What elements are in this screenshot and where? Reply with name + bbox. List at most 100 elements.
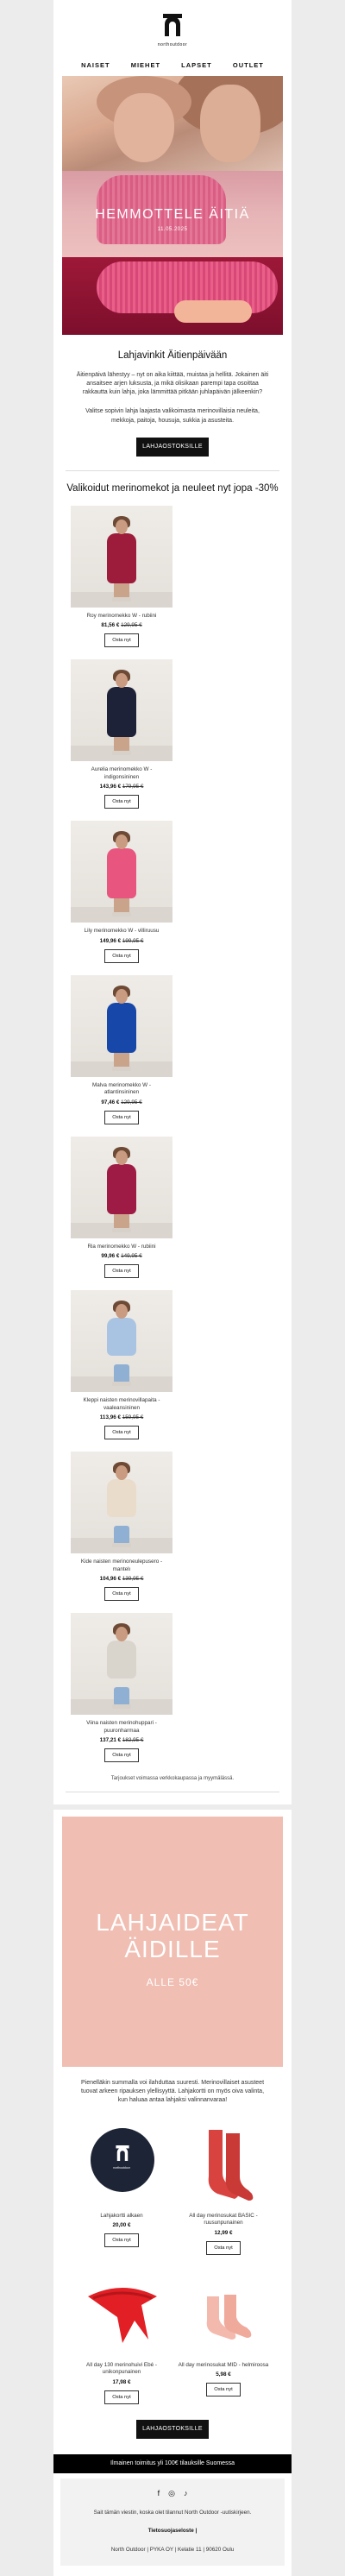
tiktok-icon[interactable]: ♪ bbox=[184, 2489, 188, 2498]
buy-now-button[interactable]: Osta nyt bbox=[104, 1587, 139, 1602]
hero-banner[interactable]: HEMMOTTELE ÄITIÄ 11.05.2025 bbox=[62, 76, 283, 335]
original-price: 159,95 € bbox=[122, 1414, 144, 1421]
product-name[interactable]: Kide naisten merinoneulepusero - mantelı bbox=[71, 1559, 172, 1573]
model-shoes bbox=[112, 596, 131, 601]
buy-now-button[interactable]: Osta nyt bbox=[104, 1426, 139, 1440]
buy-now-button[interactable]: Osta nyt bbox=[206, 2240, 241, 2255]
original-price: 139,95 € bbox=[122, 1576, 144, 1583]
gift-name[interactable]: All day 130 merinohuivi Ebé - unikonpuna… bbox=[71, 2362, 172, 2377]
buy-now-button[interactable]: Osta nyt bbox=[104, 633, 139, 648]
nav-link-naiset[interactable]: NAISET bbox=[81, 61, 110, 69]
model-garment bbox=[107, 687, 136, 738]
gift-image[interactable]: northoutdoor bbox=[71, 2121, 172, 2208]
product-name[interactable]: Lily merinomekko W - villiruusu bbox=[71, 928, 172, 935]
logo-mark-icon bbox=[163, 14, 182, 36]
footer-address: North Outdoor | PYKA OY | Kelatie 11 | 9… bbox=[110, 2546, 235, 2553]
gift-card[interactable]: All day merinosukat MID - helmiroosa 5,98… bbox=[172, 2271, 274, 2404]
sale-price: 81,56 € bbox=[101, 622, 120, 629]
buy-now-button[interactable]: Osta nyt bbox=[206, 2383, 241, 2397]
product-photo[interactable] bbox=[71, 505, 172, 608]
hero-hand bbox=[174, 300, 252, 323]
product-name[interactable]: Kleppi naisten merinovillapaita - vaalea… bbox=[71, 1397, 172, 1412]
buy-now-button[interactable]: Osta nyt bbox=[104, 1110, 139, 1124]
facebook-icon[interactable]: f bbox=[158, 2489, 160, 2498]
product-photo[interactable] bbox=[71, 974, 172, 1077]
buy-now-button[interactable]: Osta nyt bbox=[104, 795, 139, 809]
product-photo[interactable] bbox=[71, 1290, 172, 1393]
product-price: 99,96 € 149,95 € bbox=[71, 1253, 172, 1259]
original-price: 149,95 € bbox=[121, 1253, 142, 1260]
product-photo[interactable] bbox=[71, 1136, 172, 1238]
product-photo[interactable] bbox=[71, 1452, 172, 1554]
intro-title: Lahjavinkit Äitienpäivään bbox=[117, 350, 228, 361]
product-card[interactable]: Aurelia merinomekko W - indigonsininen 14… bbox=[71, 659, 172, 809]
socks-icon bbox=[208, 2129, 254, 2201]
buy-now-button[interactable]: Osta nyt bbox=[104, 1264, 139, 1279]
product-name[interactable]: Aurelia merinomekko W - indigonsininen bbox=[71, 766, 172, 781]
footer-info: Sait tämän viestin, koska olet tilannut … bbox=[93, 2509, 252, 2516]
buy-now-button[interactable]: Osta nyt bbox=[104, 1748, 139, 1763]
model-garment bbox=[107, 1479, 136, 1518]
buy-now-button[interactable]: Osta nyt bbox=[104, 2233, 139, 2248]
nav-link-lapset[interactable]: LAPSET bbox=[181, 61, 212, 69]
footer: f ◎ ♪ Sait tämän viestin, koska olet til… bbox=[60, 2478, 285, 2566]
gifts-banner-title: LAHJAIDEAT ÄIDILLE bbox=[96, 1909, 249, 1962]
product-grid: Roy merinomekko W - rubiini 81,56 € 129,9… bbox=[53, 494, 292, 1763]
gift-image[interactable] bbox=[172, 2271, 274, 2357]
gifts-banner[interactable]: LAHJAIDEAT ÄIDILLE ALLE 50€ bbox=[62, 1817, 283, 2068]
instagram-icon[interactable]: ◎ bbox=[168, 2489, 175, 2498]
model-garment bbox=[107, 848, 136, 899]
shop-gifts-button[interactable]: LAHJAOSTOKSILLE bbox=[136, 437, 209, 457]
model-legs bbox=[114, 1364, 129, 1384]
hero-figure-face bbox=[200, 85, 260, 162]
product-card[interactable]: Lily merinomekko W - villiruusu 149,96 € … bbox=[71, 821, 172, 963]
product-card[interactable]: Viina naisten merinohuppari - puuronharm… bbox=[71, 1613, 172, 1763]
model-garment bbox=[107, 1163, 136, 1214]
product-price: 143,96 € 179,95 € bbox=[71, 784, 172, 790]
buy-now-button[interactable]: Osta nyt bbox=[104, 948, 139, 963]
product-name[interactable]: Roy merinomekko W - rubiini bbox=[71, 613, 172, 620]
email-page: northoutdoor NAISET MIEHET LAPSET OUTLET… bbox=[53, 0, 292, 2576]
product-name[interactable]: Malva merinomekko W - atlantinsininen bbox=[71, 1082, 172, 1097]
model-head bbox=[116, 988, 128, 1004]
intro-paragraph: Äitienpäivä lähestyy – nyt on aika kiitt… bbox=[76, 372, 269, 396]
product-photo[interactable] bbox=[71, 659, 172, 762]
privacy-link[interactable]: Tietosuojaseloste | bbox=[69, 2527, 276, 2535]
buy-now-button[interactable]: Osta nyt bbox=[104, 2390, 139, 2404]
gifts-banner-subtitle: ALLE 50€ bbox=[146, 1976, 199, 1989]
nav-link-outlet[interactable]: OUTLET bbox=[233, 61, 264, 69]
product-card[interactable]: Kide naisten merinoneulepusero - mantelı… bbox=[71, 1452, 172, 1602]
gift-image[interactable] bbox=[71, 2271, 172, 2357]
scarf-icon bbox=[88, 2287, 157, 2343]
product-card[interactable]: Kleppi naisten merinovillapaita - vaalea… bbox=[71, 1290, 172, 1440]
social-links: f ◎ ♪ bbox=[69, 2489, 276, 2498]
product-card[interactable]: Ria merinomekko W - rubiini 99,96 € 149,9… bbox=[71, 1136, 172, 1279]
product-card[interactable]: Roy merinomekko W - rubiini 81,56 € 129,9… bbox=[71, 505, 172, 648]
logo-mark-icon bbox=[116, 2145, 129, 2161]
product-name[interactable]: Ria merinomekko W - rubiini bbox=[71, 1244, 172, 1251]
sale-title: Valikoidut merinomekot ja neuleet nyt jo… bbox=[66, 482, 279, 494]
original-price: 179,95 € bbox=[122, 784, 144, 790]
shop-gifts-button-bottom[interactable]: LAHJAOSTOKSILLE bbox=[136, 2419, 209, 2439]
sale-price: 104,96 € bbox=[99, 1576, 122, 1583]
gift-name[interactable]: All day merinosukat MID - helmiroosa bbox=[172, 2362, 274, 2370]
nav-link-miehet[interactable]: MIEHET bbox=[131, 61, 160, 69]
original-price: 199,95 € bbox=[122, 937, 144, 944]
sale-price: 99,96 € bbox=[101, 1253, 120, 1260]
brand-logo[interactable]: northoutdoor bbox=[53, 0, 292, 51]
product-card[interactable]: Malva merinomekko W - atlantinsininen 97,… bbox=[71, 974, 172, 1124]
model-garment bbox=[107, 1002, 136, 1053]
gift-card[interactable]: All day merinosukat BASIC - ruusunpunain… bbox=[172, 2121, 274, 2255]
bottom-spacer bbox=[53, 2566, 292, 2576]
product-price: 97,46 € 129,95 € bbox=[71, 1099, 172, 1105]
gift-image[interactable] bbox=[172, 2121, 274, 2208]
product-name[interactable]: Viina naisten merinohuppari - puuronharm… bbox=[71, 1720, 172, 1735]
gift-name[interactable]: Lahjakortti alkaen bbox=[71, 2213, 172, 2220]
product-photo[interactable] bbox=[71, 1613, 172, 1716]
gift-card[interactable]: All day 130 merinohuivi Ebé - unikonpuna… bbox=[71, 2271, 172, 2404]
model-garment bbox=[107, 1318, 136, 1357]
product-photo[interactable] bbox=[71, 821, 172, 923]
gift-card[interactable]: northoutdoor Lahjakortti alkaen 20,00 € Ost… bbox=[71, 2121, 172, 2255]
model-garment bbox=[107, 1641, 136, 1679]
gift-name[interactable]: All day merinosukat BASIC - ruusunpunain… bbox=[172, 2213, 274, 2227]
